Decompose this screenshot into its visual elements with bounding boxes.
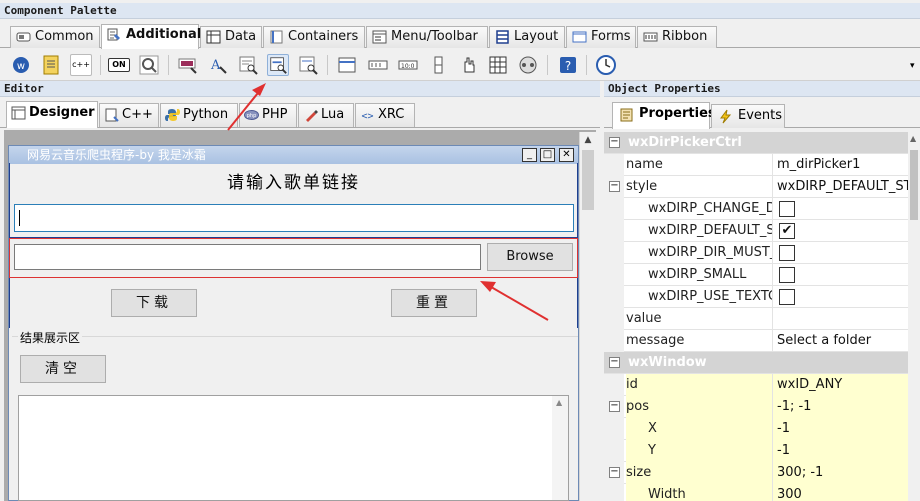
property-name: size xyxy=(626,462,772,484)
property-flag-checkbox[interactable]: ✔ xyxy=(772,220,908,242)
checkbox-icon[interactable] xyxy=(779,201,795,217)
row-margin xyxy=(604,242,624,264)
property-name: wxDIRP_CHANGE_DIR xyxy=(648,201,772,216)
property-name: wxDIRP_DEFAULT_STYLE xyxy=(648,223,772,238)
property-name: X xyxy=(626,418,772,440)
property-value[interactable]: Select a folder xyxy=(772,330,908,352)
row-margin xyxy=(604,264,624,286)
property-flag-checkbox[interactable] xyxy=(772,198,908,220)
row-margin xyxy=(604,308,624,330)
row-margin xyxy=(604,418,624,440)
tab-label: Additional xyxy=(126,27,202,42)
property-value[interactable]: 300 xyxy=(772,484,908,501)
scroll-thumb[interactable] xyxy=(910,150,918,220)
row-margin: − xyxy=(604,396,624,418)
property-name: id xyxy=(626,374,772,396)
property-name: wxDIRP_DIR_MUST_EXIST xyxy=(648,245,772,260)
property-row[interactable]: −style wxDIRP_DEFAULT_STYLE xyxy=(604,176,908,198)
collapse-icon[interactable]: − xyxy=(609,137,620,148)
property-category[interactable]: − wxDirPickerCtrl xyxy=(604,132,908,154)
property-name: pos xyxy=(626,396,772,418)
checkbox-icon[interactable] xyxy=(779,245,795,261)
property-flag-checkbox[interactable] xyxy=(772,242,908,264)
property-value[interactable]: -1 xyxy=(772,418,908,440)
property-value[interactable]: m_dirPicker1 xyxy=(772,154,908,176)
property-flag-checkbox[interactable] xyxy=(772,264,908,286)
scroll-up-icon[interactable]: ▲ xyxy=(910,134,916,143)
property-row[interactable]: Width 300 xyxy=(604,484,908,501)
collapse-icon[interactable]: − xyxy=(609,357,620,368)
collapse-icon[interactable]: − xyxy=(609,181,620,192)
property-value[interactable]: wxID_ANY xyxy=(772,374,908,396)
property-name: name xyxy=(626,157,663,172)
tab-label: Events xyxy=(738,108,783,123)
property-row[interactable]: message Select a folder xyxy=(604,330,908,352)
row-margin: − xyxy=(604,352,624,374)
property-name: Y xyxy=(626,440,772,462)
property-value[interactable]: wxDIRP_DEFAULT_STYLE xyxy=(772,176,908,198)
property-grid-scrollbar[interactable]: ▲ xyxy=(908,132,920,501)
checkbox-icon[interactable] xyxy=(779,289,795,305)
annotation-arrow-dirpicker xyxy=(485,283,549,321)
annotation-arrowhead-toolbar xyxy=(252,83,266,96)
property-row[interactable]: wxDIRP_SMALL xyxy=(604,264,908,286)
collapse-icon[interactable]: − xyxy=(609,401,620,412)
properties-icon xyxy=(620,108,633,122)
row-margin xyxy=(604,484,624,501)
properties-tabs: Properties Events xyxy=(604,100,920,129)
property-row[interactable]: wxDIRP_DIR_MUST_EXIST xyxy=(604,242,908,264)
events-icon xyxy=(720,109,732,124)
checked-checkbox-icon[interactable]: ✔ xyxy=(779,223,795,239)
row-margin xyxy=(604,440,624,462)
property-value[interactable]: -1 xyxy=(772,440,908,462)
property-grid: − wxDirPickerCtrl name m_dirPicker1− style wx… xyxy=(604,132,908,501)
property-row[interactable]: value xyxy=(604,308,908,330)
annotation-arrow-toolbar xyxy=(227,87,263,131)
tab-label: Properties xyxy=(639,106,716,121)
property-value[interactable]: 300; -1 xyxy=(772,462,908,484)
property-name: wxDIRP_USE_TEXTCTRL xyxy=(648,289,772,304)
property-flag-checkbox[interactable] xyxy=(772,286,908,308)
property-name: wxDIRP_SMALL xyxy=(648,267,747,282)
property-row[interactable]: − pos -1; -1 xyxy=(604,396,908,418)
property-row[interactable]: − size 300; -1 xyxy=(604,462,908,484)
property-row[interactable]: wxDIRP_DEFAULT_STYLE ✔ xyxy=(604,220,908,242)
property-row[interactable]: X -1 xyxy=(604,418,908,440)
row-margin: − xyxy=(604,176,624,198)
property-row[interactable]: name m_dirPicker1 xyxy=(604,154,908,176)
additional-icon xyxy=(107,28,120,41)
row-margin xyxy=(604,154,624,176)
property-name: wxDirPickerCtrl xyxy=(628,135,742,150)
property-name: value xyxy=(626,311,662,326)
row-margin: − xyxy=(604,132,624,154)
row-margin xyxy=(604,330,624,352)
property-name: style xyxy=(626,179,658,194)
property-name: message xyxy=(626,333,685,348)
row-margin xyxy=(604,198,624,220)
row-margin xyxy=(604,374,624,396)
property-name: Width xyxy=(626,484,772,501)
row-margin xyxy=(604,286,624,308)
collapse-icon[interactable]: − xyxy=(609,467,620,478)
annotation-arrowhead-dirpicker xyxy=(480,281,496,292)
tab-events[interactable]: Events xyxy=(711,104,785,128)
tab-properties[interactable]: Properties xyxy=(612,102,716,129)
row-margin: − xyxy=(604,462,624,484)
tab-additional[interactable]: Additional xyxy=(101,24,202,49)
property-row[interactable]: wxDIRP_USE_TEXTCTRL xyxy=(604,286,908,308)
row-margin xyxy=(604,220,624,242)
property-category[interactable]: − wxWindow xyxy=(604,352,908,374)
property-value[interactable]: -1; -1 xyxy=(772,396,908,418)
property-row[interactable]: Y -1 xyxy=(604,440,908,462)
property-name: wxWindow xyxy=(628,355,707,370)
checkbox-icon[interactable] xyxy=(779,267,795,283)
property-row[interactable]: id wxID_ANY xyxy=(604,374,908,396)
property-row[interactable]: wxDIRP_CHANGE_DIR xyxy=(604,198,908,220)
property-value[interactable] xyxy=(772,308,908,330)
